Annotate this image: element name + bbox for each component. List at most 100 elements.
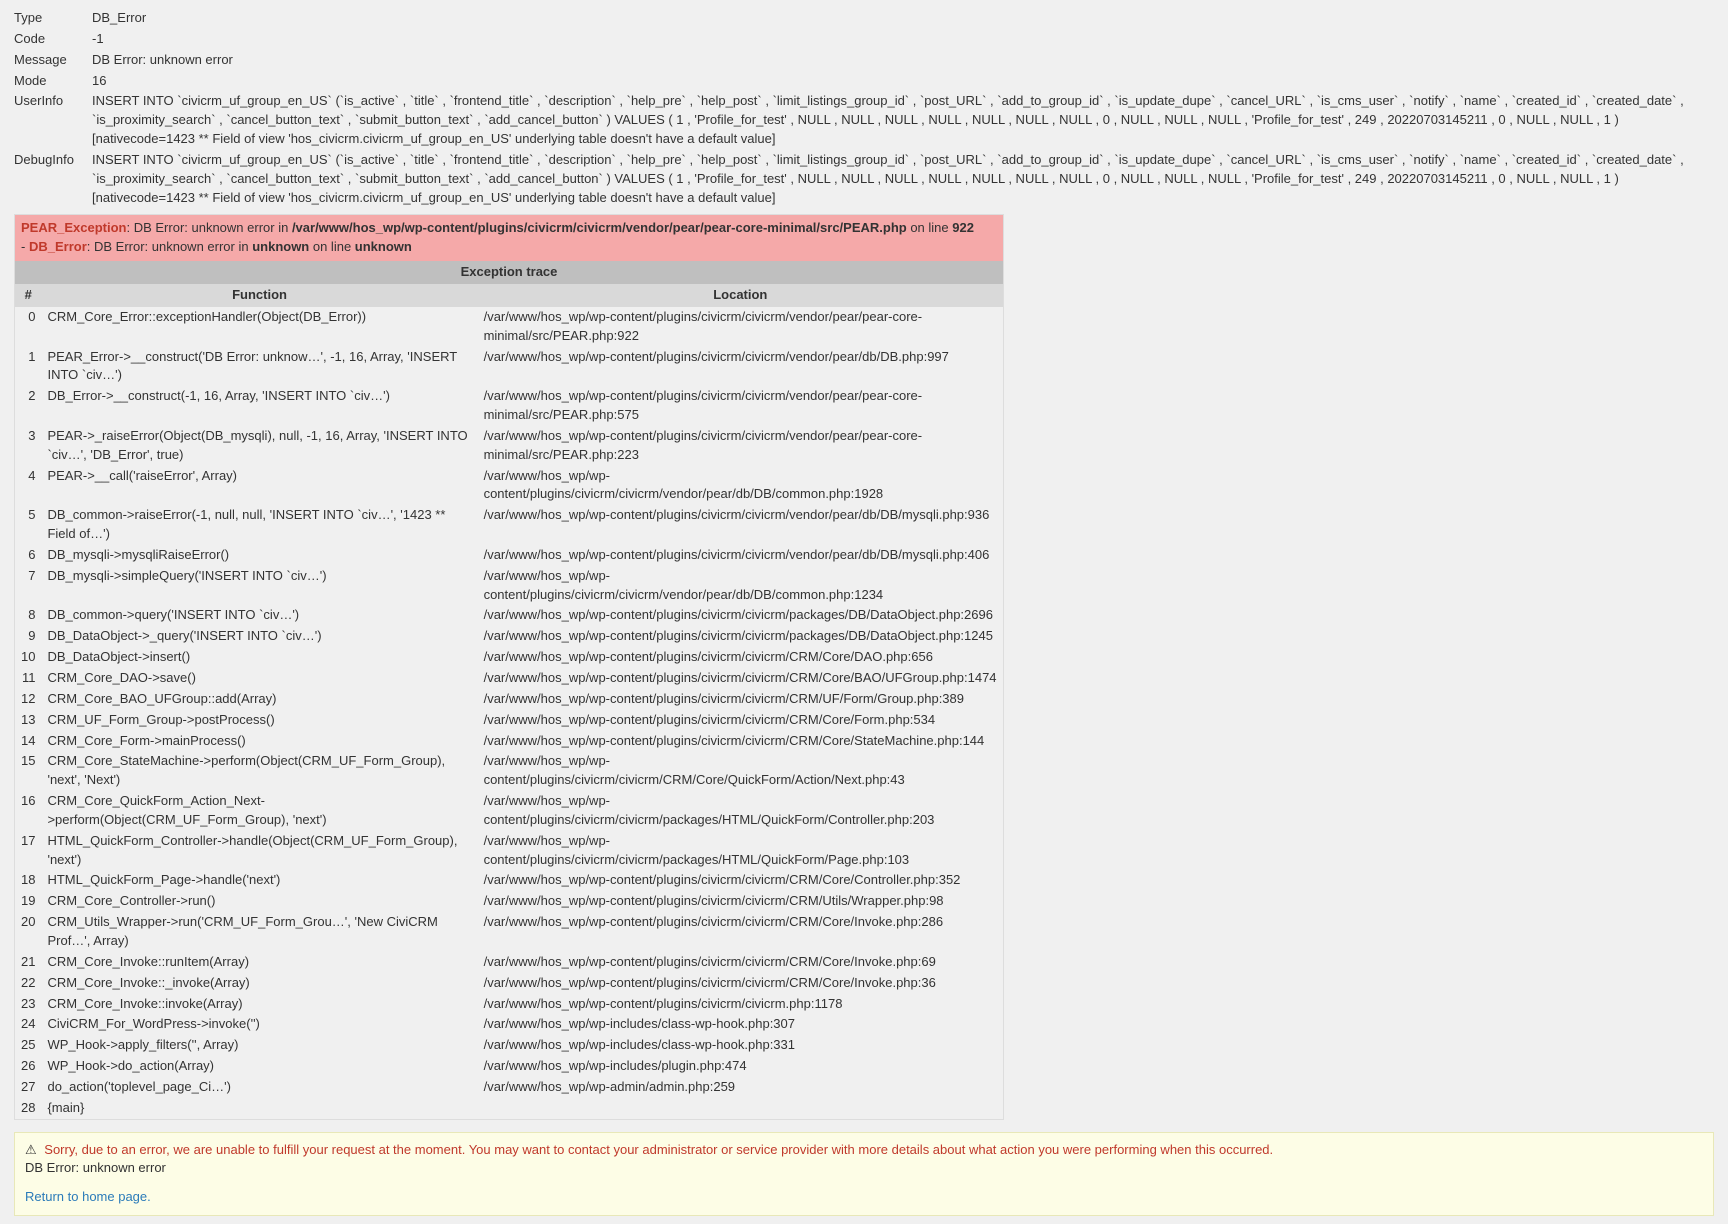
trace-function: DB_DataObject->insert() [41, 647, 477, 668]
nested-exception-message: : DB Error: unknown error in [87, 239, 252, 254]
exception-header: PEAR_Exception : DB Error: unknown error … [15, 215, 1003, 261]
trace-index: 24 [15, 1014, 41, 1035]
exception-trace-container: PEAR_Exception : DB Error: unknown error … [14, 214, 1004, 1119]
nested-prefix: - [21, 239, 29, 254]
meta-value: INSERT INTO `civicrm_uf_group_en_US` (`i… [92, 150, 1714, 209]
trace-row: 21CRM_Core_Invoke::runItem(Array)/var/ww… [15, 952, 1003, 973]
nested-exception-file: unknown [252, 239, 309, 254]
trace-location: /var/www/hos_wp/wp-content/plugins/civic… [478, 605, 1003, 626]
trace-col-index: # [15, 284, 41, 307]
alert-message: DB Error: unknown error [25, 1159, 1703, 1178]
error-meta-table: TypeDB_ErrorCode-1MessageDB Error: unkno… [14, 8, 1714, 208]
trace-location [478, 1098, 1003, 1119]
trace-location: /var/www/hos_wp/wp-content/plugins/civic… [478, 870, 1003, 891]
meta-row: Mode16 [14, 71, 1714, 92]
trace-index: 28 [15, 1098, 41, 1119]
meta-row: MessageDB Error: unknown error [14, 50, 1714, 71]
trace-row: 14CRM_Core_Form->mainProcess()/var/www/h… [15, 731, 1003, 752]
trace-location: /var/www/hos_wp/wp-content/plugins/civic… [478, 466, 1003, 506]
trace-function: CRM_Core_Form->mainProcess() [41, 731, 477, 752]
trace-title: Exception trace [15, 261, 1003, 284]
trace-location: /var/www/hos_wp/wp-content/plugins/civic… [478, 426, 1003, 466]
trace-row: 15CRM_Core_StateMachine->perform(Object(… [15, 751, 1003, 791]
nested-online-text: on line [309, 239, 355, 254]
trace-location: /var/www/hos_wp/wp-includes/plugin.php:4… [478, 1056, 1003, 1077]
return-home-link[interactable]: Return to home page. [25, 1189, 151, 1204]
trace-index: 2 [15, 386, 41, 426]
trace-index: 13 [15, 710, 41, 731]
exception-online-text: on line [907, 220, 953, 235]
nested-exception: - DB_Error: DB Error: unknown error in u… [21, 238, 997, 257]
trace-index: 22 [15, 973, 41, 994]
trace-function: CRM_Core_StateMachine->perform(Object(CR… [41, 751, 477, 791]
meta-row: Code-1 [14, 29, 1714, 50]
trace-row: 8DB_common->query('INSERT INTO `civ…')/v… [15, 605, 1003, 626]
trace-location: /var/www/hos_wp/wp-content/plugins/civic… [478, 831, 1003, 871]
trace-location: /var/www/hos_wp/wp-content/plugins/civic… [478, 347, 1003, 387]
trace-index: 0 [15, 307, 41, 347]
trace-location: /var/www/hos_wp/wp-content/plugins/civic… [478, 994, 1003, 1015]
meta-row: DebugInfoINSERT INTO `civicrm_uf_group_e… [14, 150, 1714, 209]
trace-location: /var/www/hos_wp/wp-includes/class-wp-hoo… [478, 1035, 1003, 1056]
trace-function: {main} [41, 1098, 477, 1119]
meta-value: -1 [92, 29, 1714, 50]
trace-function: DB_common->query('INSERT INTO `civ…') [41, 605, 477, 626]
trace-function: HTML_QuickForm_Controller->handle(Object… [41, 831, 477, 871]
meta-row: TypeDB_Error [14, 8, 1714, 29]
trace-table: Exception trace # Function Location 0CRM… [15, 261, 1003, 1118]
trace-col-function: Function [41, 284, 477, 307]
trace-function: CRM_Core_BAO_UFGroup::add(Array) [41, 689, 477, 710]
trace-index: 4 [15, 466, 41, 506]
trace-location: /var/www/hos_wp/wp-content/plugins/civic… [478, 307, 1003, 347]
trace-location: /var/www/hos_wp/wp-content/plugins/civic… [478, 668, 1003, 689]
trace-index: 11 [15, 668, 41, 689]
trace-row: 18HTML_QuickForm_Page->handle('next')/va… [15, 870, 1003, 891]
trace-row: 24CiviCRM_For_WordPress->invoke('')/var/… [15, 1014, 1003, 1035]
trace-location: /var/www/hos_wp/wp-includes/class-wp-hoo… [478, 1014, 1003, 1035]
trace-index: 6 [15, 545, 41, 566]
trace-function: DB_mysqli->mysqliRaiseError() [41, 545, 477, 566]
trace-row: 16CRM_Core_QuickForm_Action_Next->perfor… [15, 791, 1003, 831]
trace-function: DB_common->raiseError(-1, null, null, 'I… [41, 505, 477, 545]
trace-location: /var/www/hos_wp/wp-admin/admin.php:259 [478, 1077, 1003, 1098]
trace-function: DB_Error->__construct(-1, 16, Array, 'IN… [41, 386, 477, 426]
trace-index: 21 [15, 952, 41, 973]
meta-value: DB Error: unknown error [92, 50, 1714, 71]
trace-index: 3 [15, 426, 41, 466]
trace-function: WP_Hook->apply_filters('', Array) [41, 1035, 477, 1056]
trace-function: CRM_Core_Controller->run() [41, 891, 477, 912]
trace-row: 4PEAR->__call('raiseError', Array)/var/w… [15, 466, 1003, 506]
trace-function: CRM_Core_Error::exceptionHandler(Object(… [41, 307, 477, 347]
trace-function: CRM_UF_Form_Group->postProcess() [41, 710, 477, 731]
meta-value: DB_Error [92, 8, 1714, 29]
trace-index: 18 [15, 870, 41, 891]
trace-location: /var/www/hos_wp/wp-content/plugins/civic… [478, 912, 1003, 952]
trace-function: do_action('toplevel_page_Ci…') [41, 1077, 477, 1098]
trace-row: 27do_action('toplevel_page_Ci…')/var/www… [15, 1077, 1003, 1098]
trace-row: 5DB_common->raiseError(-1, null, null, '… [15, 505, 1003, 545]
trace-index: 14 [15, 731, 41, 752]
trace-index: 23 [15, 994, 41, 1015]
trace-function: CRM_Core_Invoke::runItem(Array) [41, 952, 477, 973]
warning-icon: ⚠ [25, 1142, 37, 1157]
trace-row: 23CRM_Core_Invoke::invoke(Array)/var/www… [15, 994, 1003, 1015]
alert-headline: Sorry, due to an error, we are unable to… [44, 1142, 1273, 1157]
nested-exception-line: unknown [355, 239, 412, 254]
trace-row: 28{main} [15, 1098, 1003, 1119]
meta-row: UserInfoINSERT INTO `civicrm_uf_group_en… [14, 91, 1714, 150]
trace-index: 7 [15, 566, 41, 606]
trace-location: /var/www/hos_wp/wp-content/plugins/civic… [478, 891, 1003, 912]
trace-location: /var/www/hos_wp/wp-content/plugins/civic… [478, 647, 1003, 668]
trace-location: /var/www/hos_wp/wp-content/plugins/civic… [478, 545, 1003, 566]
trace-row: 22CRM_Core_Invoke::_invoke(Array)/var/ww… [15, 973, 1003, 994]
trace-index: 16 [15, 791, 41, 831]
trace-index: 12 [15, 689, 41, 710]
trace-function: HTML_QuickForm_Page->handle('next') [41, 870, 477, 891]
trace-location: /var/www/hos_wp/wp-content/plugins/civic… [478, 952, 1003, 973]
exception-name: PEAR_Exception [21, 220, 126, 235]
trace-function: DB_mysqli->simpleQuery('INSERT INTO `civ… [41, 566, 477, 606]
trace-function: PEAR_Error->__construct('DB Error: unkno… [41, 347, 477, 387]
trace-row: 12CRM_Core_BAO_UFGroup::add(Array)/var/w… [15, 689, 1003, 710]
trace-row: 3PEAR->_raiseError(Object(DB_mysqli), nu… [15, 426, 1003, 466]
trace-index: 10 [15, 647, 41, 668]
